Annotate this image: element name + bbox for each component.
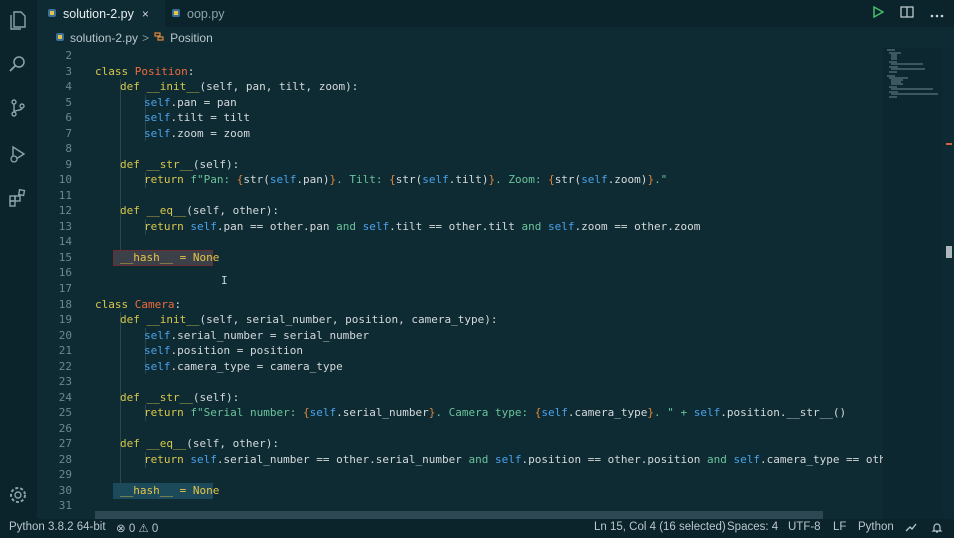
language-mode[interactable]: Python — [858, 521, 894, 533]
line-number-text: 3 — [65, 65, 72, 78]
source-control-icon[interactable] — [6, 96, 30, 120]
line-number-text: 31 — [58, 499, 72, 512]
line-number-text: 24 — [58, 391, 72, 404]
tab-solution-2[interactable]: solution-2.py × — [37, 0, 165, 27]
python-interpreter[interactable]: Python 3.8.2 64-bit — [9, 521, 106, 533]
line-number-text: 26 — [58, 422, 72, 435]
tab-label: solution-2.py — [63, 6, 134, 21]
more-icon[interactable] — [930, 5, 944, 23]
line-number-text: 6 — [65, 111, 72, 124]
extensions-icon[interactable] — [6, 186, 30, 210]
line-number-text: 12 — [58, 204, 72, 217]
line-number-text: 8 — [65, 142, 72, 155]
line-number-text: 14 — [58, 235, 72, 248]
line-number-text: 13 — [58, 220, 72, 233]
line-number-text: 22 — [58, 360, 72, 373]
files-icon[interactable] — [6, 8, 30, 32]
tab-bar: solution-2.py × oop.py — [37, 0, 954, 27]
indentation[interactable]: Spaces: 4 — [727, 521, 778, 533]
search-icon[interactable] — [6, 52, 30, 76]
end-of-line[interactable]: LF — [833, 521, 846, 533]
editor-actions — [872, 0, 944, 27]
encoding[interactable]: UTF-8 — [788, 521, 821, 533]
status-bar: Python 3.8.2 64-bit ⊗ 0 ⚠ 0 Ln 15, Col 4… — [0, 519, 954, 538]
problems-indicator[interactable]: ⊗ 0 ⚠ 0 — [116, 521, 158, 535]
line-number-text: 9 — [65, 158, 72, 171]
breadcrumb-file[interactable]: solution-2.py — [70, 31, 138, 45]
line-number-text: 29 — [58, 468, 72, 481]
run-debug-icon[interactable] — [6, 142, 30, 166]
line-number-text: 7 — [65, 127, 72, 140]
line-number-text: 16 — [58, 266, 72, 279]
line-number-text: 5 — [65, 96, 72, 109]
line-number-text: 10 — [58, 173, 72, 186]
line-number-text: 19 — [58, 313, 72, 326]
bell-icon[interactable] — [931, 522, 943, 537]
breadcrumb-symbol[interactable]: Position — [170, 31, 213, 45]
line-number-text: 11 — [58, 189, 72, 202]
line-number-text: 21 — [58, 344, 72, 357]
tab-label: oop.py — [187, 6, 225, 21]
line-number-text: 30 — [58, 484, 72, 497]
class-symbol-icon — [153, 30, 165, 45]
line-number-text: 25 — [58, 406, 72, 419]
code-editor[interactable]: 2 3 4 5 6 7 8 9 10 11 12 13 14 15 16 17 18 19 20 21 22 23 24 25… — [37, 48, 883, 519]
feedback-icon[interactable] — [905, 522, 917, 537]
line-number-text: 27 — [58, 437, 72, 450]
line-number-text: 20 — [58, 329, 72, 342]
close-icon[interactable]: × — [142, 7, 149, 21]
line-number-text: 4 — [65, 80, 72, 93]
vertical-scrollbar[interactable] — [943, 48, 954, 519]
line-number-text: 17 — [58, 282, 72, 295]
activity-bar — [0, 0, 37, 519]
run-icon[interactable] — [872, 5, 885, 23]
cursor-position[interactable]: Ln 15, Col 4 (16 selected) — [594, 521, 726, 533]
line-number-text: 18 — [58, 298, 72, 311]
line-number-text: 23 — [58, 375, 72, 388]
scroll-marker — [946, 143, 952, 145]
mouse-cursor-icon: I — [221, 274, 228, 287]
line-number-text: 28 — [58, 453, 72, 466]
tab-oop[interactable]: oop.py — [165, 0, 259, 27]
python-file-icon — [55, 31, 65, 45]
split-editor-icon[interactable] — [900, 5, 914, 23]
line-number-text: 15 — [58, 251, 72, 264]
breadcrumb-separator: > — [142, 30, 150, 45]
minimap[interactable] — [883, 48, 943, 519]
python-file-icon — [47, 7, 57, 21]
horizontal-scrollbar[interactable] — [95, 511, 823, 519]
breadcrumb: solution-2.py > Position — [37, 27, 954, 48]
scroll-thumb[interactable] — [946, 246, 952, 258]
settings-gear-icon[interactable] — [6, 483, 30, 507]
line-number-text: 2 — [65, 49, 72, 62]
python-file-icon — [171, 7, 181, 21]
